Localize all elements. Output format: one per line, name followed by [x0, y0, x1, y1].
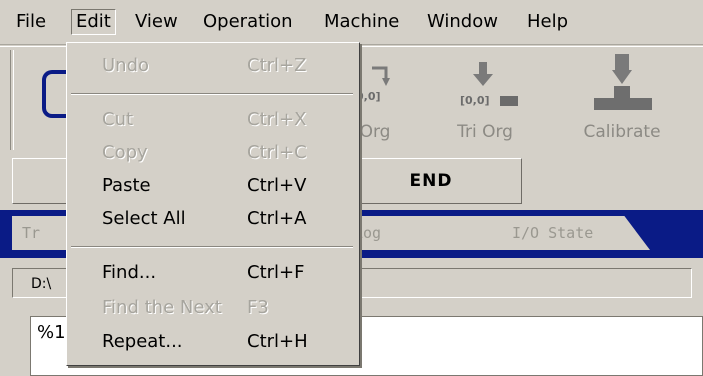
select-all-shortcut: Ctrl+A	[247, 208, 307, 229]
menu-machine[interactable]: Machine	[320, 10, 403, 34]
left-control-button[interactable]	[12, 158, 72, 204]
path-text: D:\	[31, 276, 52, 292]
find-label: Find...	[102, 262, 157, 283]
menu-item-find[interactable]: Find... Ctrl+F	[67, 258, 359, 288]
menu-item-paste[interactable]: Paste Ctrl+V	[67, 171, 359, 201]
calibrate-button[interactable]: Calibrate	[572, 52, 672, 144]
tri-org-label: Tri Org	[457, 122, 513, 142]
cut-label: Cut	[102, 109, 134, 130]
menu-operation[interactable]: Operation	[199, 10, 297, 34]
find-shortcut: Ctrl+F	[247, 262, 305, 283]
undo-shortcut: Ctrl+Z	[247, 55, 307, 76]
select-all-label: Select All	[102, 208, 186, 229]
menu-item-undo[interactable]: Undo Ctrl+Z	[67, 51, 359, 81]
copy-label: Copy	[102, 142, 148, 163]
menu-separator	[71, 93, 353, 95]
find-next-shortcut: F3	[247, 297, 269, 318]
menu-item-find-next[interactable]: Find the Next F3	[67, 293, 359, 323]
toolbar-partial-icon[interactable]	[42, 70, 66, 118]
calibrate-icon	[594, 54, 652, 110]
paste-shortcut: Ctrl+V	[247, 175, 307, 196]
repeat-shortcut: Ctrl+H	[247, 331, 308, 352]
undo-label: Undo	[102, 55, 150, 76]
menu-window[interactable]: Window	[423, 10, 502, 34]
tri-org-coord: [0,0]	[460, 94, 490, 107]
menu-bar: File Edit View Operation Machine Window …	[0, 0, 703, 45]
menu-file[interactable]: File	[12, 10, 50, 34]
cut-shortcut: Ctrl+X	[247, 109, 307, 130]
menu-item-cut[interactable]: Cut Ctrl+X	[67, 105, 359, 135]
tri-org-button[interactable]: [0,0] Tri Org	[440, 52, 530, 144]
menu-item-repeat[interactable]: Repeat... Ctrl+H	[67, 327, 359, 357]
menu-view[interactable]: View	[131, 10, 182, 34]
copy-shortcut: Ctrl+C	[247, 142, 307, 163]
find-next-label: Find the Next	[102, 297, 222, 318]
menu-item-select-all[interactable]: Select All Ctrl+A	[67, 204, 359, 234]
menu-separator	[71, 246, 353, 248]
org-icon	[372, 66, 390, 86]
editor-line-1: %1	[37, 322, 66, 343]
menu-help[interactable]: Help	[523, 10, 572, 34]
tri-org-block-icon	[500, 96, 518, 106]
menu-edit[interactable]: Edit	[71, 9, 116, 35]
edit-menu-dropdown: Undo Ctrl+Z Cut Ctrl+X Copy Ctrl+C Paste…	[66, 42, 360, 366]
end-button[interactable]: END	[340, 158, 522, 204]
toolbar-separator	[10, 50, 14, 150]
tab-io-state[interactable]: I/O State	[490, 216, 650, 250]
tri-org-down-arrow-icon	[473, 62, 493, 86]
paste-label: Paste	[102, 175, 151, 196]
tab-io-state-label: I/O State	[512, 224, 594, 242]
calibrate-label: Calibrate	[583, 122, 661, 142]
repeat-label: Repeat...	[102, 331, 183, 352]
menu-item-copy[interactable]: Copy Ctrl+C	[67, 138, 359, 168]
